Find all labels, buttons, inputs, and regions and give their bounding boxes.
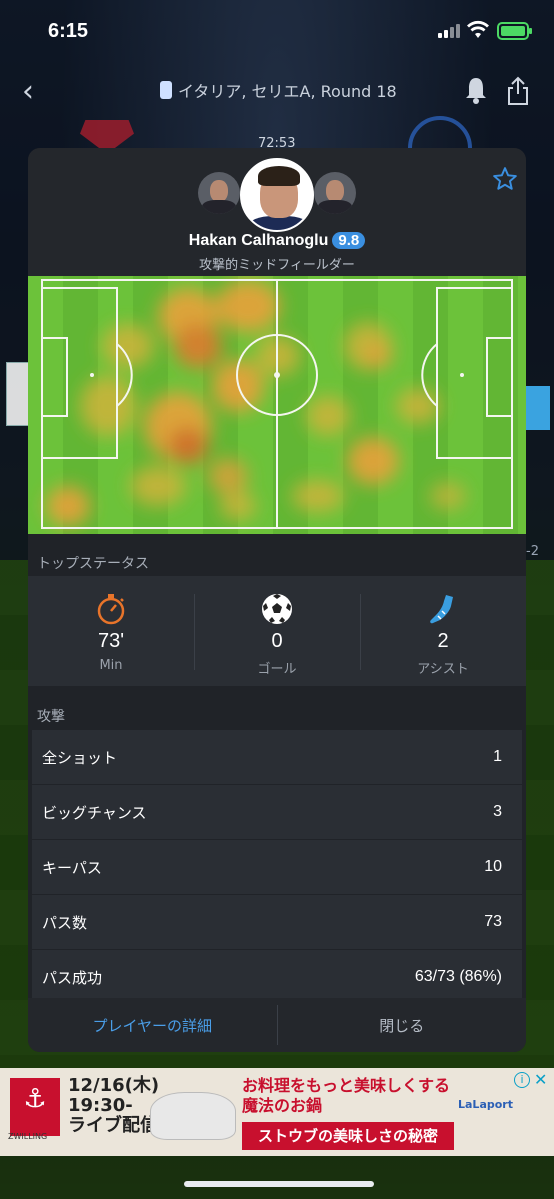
stat-label: Min bbox=[99, 658, 123, 673]
share-icon[interactable] bbox=[506, 76, 530, 106]
match-title: イタリア, セリエA, Round 18 bbox=[160, 78, 397, 102]
nav-bar: ‹ イタリア, セリエA, Round 18 bbox=[0, 70, 554, 110]
stat-row-label: パス数 bbox=[42, 913, 88, 932]
ad-headline-line: 魔法のお鍋 bbox=[242, 1096, 323, 1115]
boot-icon bbox=[430, 595, 453, 624]
stat-label: ゴール bbox=[257, 662, 297, 677]
stat-value: 2 bbox=[437, 630, 449, 652]
prev-player-avatar[interactable] bbox=[198, 172, 240, 214]
bell-icon[interactable] bbox=[464, 76, 488, 104]
top-stats: 73' Min 0 ゴール 2 アシスト bbox=[28, 576, 526, 686]
brand-logo: ⚓ bbox=[10, 1078, 60, 1136]
ad-date-line: 12/16(木) bbox=[68, 1075, 160, 1096]
stat-row: ビッグチャンス 3 bbox=[32, 785, 522, 840]
stat-row-value: 3 bbox=[493, 803, 502, 820]
stat-row-label: キーパス bbox=[42, 858, 102, 877]
info-icon[interactable]: i bbox=[514, 1072, 530, 1088]
stat-row-label: 全ショット bbox=[42, 748, 118, 767]
back-chevron-icon[interactable]: ‹ bbox=[22, 74, 34, 109]
ad-headline-line: お料理をもっと美味しくする bbox=[242, 1076, 451, 1095]
stat-row: パス成功 63/73 (86%) bbox=[32, 950, 522, 1005]
pot-image bbox=[150, 1092, 236, 1140]
stat-row-value: 10 bbox=[484, 858, 502, 875]
signal-icon bbox=[438, 24, 460, 38]
stat-minutes: 73' Min bbox=[28, 576, 194, 686]
home-indicator[interactable] bbox=[184, 1181, 374, 1187]
stat-assists: 2 アシスト bbox=[360, 576, 526, 686]
status-time: 6:15 bbox=[48, 20, 89, 42]
player-position: 攻撃的ミッドフィールダー bbox=[199, 258, 355, 273]
stat-row-value: 73 bbox=[484, 913, 502, 930]
ad-banner[interactable]: ⚓ ZWILLING 12/16(木) 19:30- ライブ配信 お料理をもっと… bbox=[0, 1068, 554, 1156]
stat-value: 73' bbox=[97, 630, 125, 652]
ad-date-line: ライブ配信 bbox=[68, 1115, 158, 1136]
attack-title: 攻撃 bbox=[37, 709, 65, 725]
close-ad-icon[interactable]: ✕ bbox=[534, 1070, 547, 1089]
player-details-button[interactable]: プレイヤーの詳細 bbox=[28, 1015, 277, 1036]
attack-stats-list: 全ショット 1 ビッグチャンス 3 キーパス 10 パス数 73 パス成功 63… bbox=[32, 730, 522, 1005]
player-name-text: Hakan Calhanoglu bbox=[188, 232, 329, 249]
stat-row-label: ビッグチャンス bbox=[42, 803, 147, 822]
match-title-text: イタリア, セリエA, Round 18 bbox=[178, 82, 397, 101]
partner-logo: LaLaport bbox=[458, 1098, 513, 1111]
soccer-ball-icon bbox=[262, 594, 292, 624]
background-score: -2 bbox=[526, 544, 539, 559]
stat-row: 全ショット 1 bbox=[32, 730, 522, 785]
stat-goals: 0 ゴール bbox=[194, 576, 360, 686]
stat-label: アシスト bbox=[417, 662, 469, 677]
player-avatar bbox=[240, 158, 314, 232]
stat-value: 0 bbox=[271, 630, 283, 652]
player-card: Hakan Calhanoglu 9.8 攻撃的ミッドフィールダー トップステー… bbox=[28, 148, 526, 1052]
stat-row-label: パス成功 bbox=[42, 968, 103, 987]
ad-date: 12/16(木) 19:30- ライブ配信 bbox=[68, 1076, 159, 1136]
stat-row-value: 63/73 (86%) bbox=[414, 968, 502, 985]
league-icon bbox=[160, 81, 172, 99]
ad-date-line: 19:30- bbox=[68, 1095, 133, 1116]
stat-row: パス数 73 bbox=[32, 895, 522, 950]
ad-cta[interactable]: ストウブの美味しさの秘密 bbox=[242, 1122, 454, 1150]
stopwatch-icon bbox=[97, 594, 125, 625]
close-button[interactable]: 閉じる bbox=[278, 1015, 527, 1036]
wifi-icon bbox=[467, 20, 489, 38]
card-footer: プレイヤーの詳細 閉じる bbox=[28, 998, 526, 1052]
status-bar: 6:15 bbox=[0, 0, 554, 64]
next-player-avatar[interactable] bbox=[314, 172, 356, 214]
star-icon[interactable] bbox=[492, 166, 518, 192]
heatmap bbox=[28, 276, 526, 534]
player-header: Hakan Calhanoglu 9.8 攻撃的ミッドフィールダー bbox=[28, 148, 526, 276]
background-button bbox=[524, 386, 550, 430]
player-name: Hakan Calhanoglu 9.8 bbox=[28, 232, 526, 250]
stat-row-value: 1 bbox=[493, 748, 502, 765]
rating-badge: 9.8 bbox=[332, 232, 366, 249]
ad-headline: お料理をもっと美味しくする 魔法のお鍋 bbox=[242, 1076, 450, 1116]
background-panel bbox=[6, 362, 30, 426]
stat-row: キーパス 10 bbox=[32, 840, 522, 895]
top-stats-title: トップステータス bbox=[37, 556, 149, 572]
brand-name: ZWILLING bbox=[8, 1132, 48, 1141]
battery-icon bbox=[497, 22, 532, 40]
